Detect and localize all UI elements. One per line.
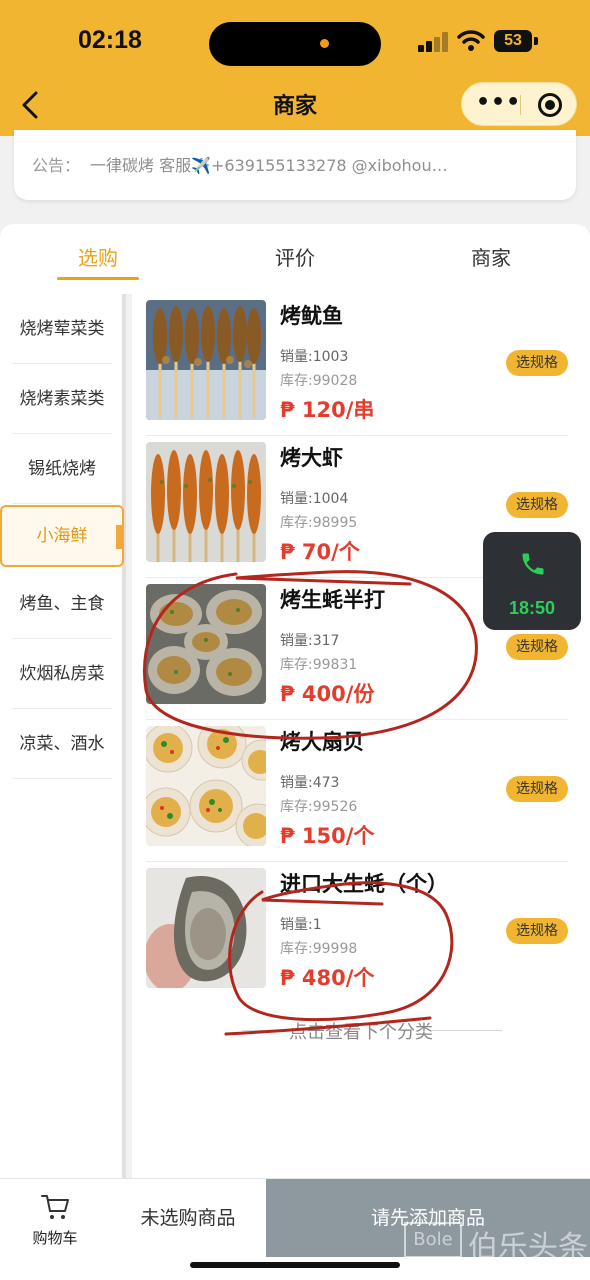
sidebar-item-fish-staples[interactable]: 烤鱼、主食 xyxy=(12,569,112,639)
product-price: ₱ 480/个 xyxy=(280,966,375,990)
call-time: 18:50 xyxy=(508,598,556,618)
product-image-squid xyxy=(146,300,266,420)
cart-icon xyxy=(41,1195,69,1219)
status-bar: 02:18 53 xyxy=(0,22,590,66)
watermark-text: 伯乐头条 xyxy=(468,1230,588,1265)
product-sales: 销量:1003 xyxy=(280,349,349,365)
home-indicator xyxy=(190,1262,400,1268)
product-sales: 销量:473 xyxy=(280,775,340,791)
floating-call-widget[interactable]: 18:50 xyxy=(483,532,581,630)
category-sidebar: 烧烤荤菜类 烧烤素菜类 锡纸烧烤 小海鲜 烤鱼、主食 炊烟私房菜 凉菜、酒水 xyxy=(0,294,126,1178)
select-spec-button[interactable]: 选规格 xyxy=(506,634,568,660)
tab-bar: 选购 评价 商家 xyxy=(0,224,590,294)
product-stock: 库存:99526 xyxy=(280,799,358,815)
select-spec-button[interactable]: 选规格 xyxy=(506,776,568,802)
product-stock: 库存:98995 xyxy=(280,515,358,531)
battery-icon: 53 xyxy=(494,30,538,52)
cart-label: 购物车 xyxy=(32,1229,78,1247)
sidebar-item-grilled-meat[interactable]: 烧烤荤菜类 xyxy=(12,294,112,364)
product-name: 烤大虾 xyxy=(280,446,343,470)
product-name: 烤鱿鱼 xyxy=(280,304,343,328)
tab-shop[interactable]: 选购 xyxy=(28,242,168,271)
product-item[interactable]: 烤大扇贝 销量:473 库存:99526 ₱ 150/个 选规格 xyxy=(146,720,568,862)
notice-card[interactable]: 公告： 一律碳烤 客服✈️+639155133278 @xibohou… xyxy=(14,130,576,200)
mini-program-capsule: ••• xyxy=(461,82,577,126)
phone-icon xyxy=(522,553,544,575)
product-name: 烤大扇贝 xyxy=(280,730,364,754)
watermark: Bole 伯乐头条 xyxy=(404,1222,590,1265)
signal-icon xyxy=(418,32,450,52)
close-target-icon[interactable] xyxy=(538,93,562,117)
product-price: ₱ 150/个 xyxy=(280,824,375,848)
product-name: 烤生蚝半打 xyxy=(280,588,385,612)
sidebar-item-grilled-veg[interactable]: 烧烤素菜类 xyxy=(12,364,112,434)
tab-merchant[interactable]: 商家 xyxy=(421,242,561,271)
selected-summary: 未选购商品 xyxy=(140,1207,236,1229)
product-item[interactable]: 烤鱿鱼 销量:1003 库存:99028 ₱ 120/串 选规格 xyxy=(146,294,568,436)
sidebar-item-cold-drinks[interactable]: 凉菜、酒水 xyxy=(12,709,112,779)
tab-reviews[interactable]: 评价 xyxy=(225,242,365,271)
sidebar-item-private-dishes[interactable]: 炊烟私房菜 xyxy=(12,639,112,709)
status-time: 02:18 xyxy=(78,26,142,54)
wifi-icon xyxy=(457,30,485,51)
sidebar-item-foil-bbq[interactable]: 锡纸烧烤 xyxy=(12,434,112,504)
product-sales: 销量:1004 xyxy=(280,491,349,507)
notice-text: 一律碳烤 客服✈️+639155133278 @xibohou… xyxy=(90,156,448,175)
sidebar-item-seafood[interactable]: 小海鲜 xyxy=(0,505,124,567)
select-spec-button[interactable]: 选规格 xyxy=(506,350,568,376)
product-stock: 库存:99028 xyxy=(280,373,358,389)
product-price: ₱ 120/串 xyxy=(280,398,375,422)
product-sales: 销量:317 xyxy=(280,633,340,649)
watermark-logo: Bole xyxy=(404,1222,462,1258)
product-stock: 库存:99998 xyxy=(280,941,358,957)
select-spec-button[interactable]: 选规格 xyxy=(506,918,568,944)
product-price: ₱ 70/个 xyxy=(280,540,360,564)
product-image-scallops xyxy=(146,726,266,846)
dynamic-island xyxy=(209,22,381,66)
more-icon[interactable]: ••• xyxy=(476,83,520,127)
battery-level: 53 xyxy=(494,30,532,52)
tab-underline xyxy=(57,277,139,280)
product-price: ₱ 400/份 xyxy=(280,682,375,706)
divider xyxy=(432,1030,502,1031)
product-stock: 库存:99831 xyxy=(280,657,358,673)
product-image-raw-oyster xyxy=(146,868,266,988)
product-image-oysters xyxy=(146,584,266,704)
cart-button[interactable]: 购物车 xyxy=(0,1179,110,1257)
product-image-shrimp xyxy=(146,442,266,562)
product-name: 进口大生蚝（个） xyxy=(280,872,448,896)
next-category-link[interactable]: 点击查看下个分类 xyxy=(132,1018,590,1044)
select-spec-button[interactable]: 选规格 xyxy=(506,492,568,518)
notice-label: 公告： xyxy=(32,156,81,175)
product-list: 烤鱿鱼 销量:1003 库存:99028 ₱ 120/串 选规格 烤大虾 销量:… xyxy=(132,294,590,1178)
product-sales: 销量:1 xyxy=(280,917,322,933)
product-item[interactable]: 进口大生蚝（个） 销量:1 库存:99998 ₱ 480/个 选规格 xyxy=(146,862,568,1004)
top-bar: 02:18 53 商家 ••• xyxy=(0,0,590,136)
